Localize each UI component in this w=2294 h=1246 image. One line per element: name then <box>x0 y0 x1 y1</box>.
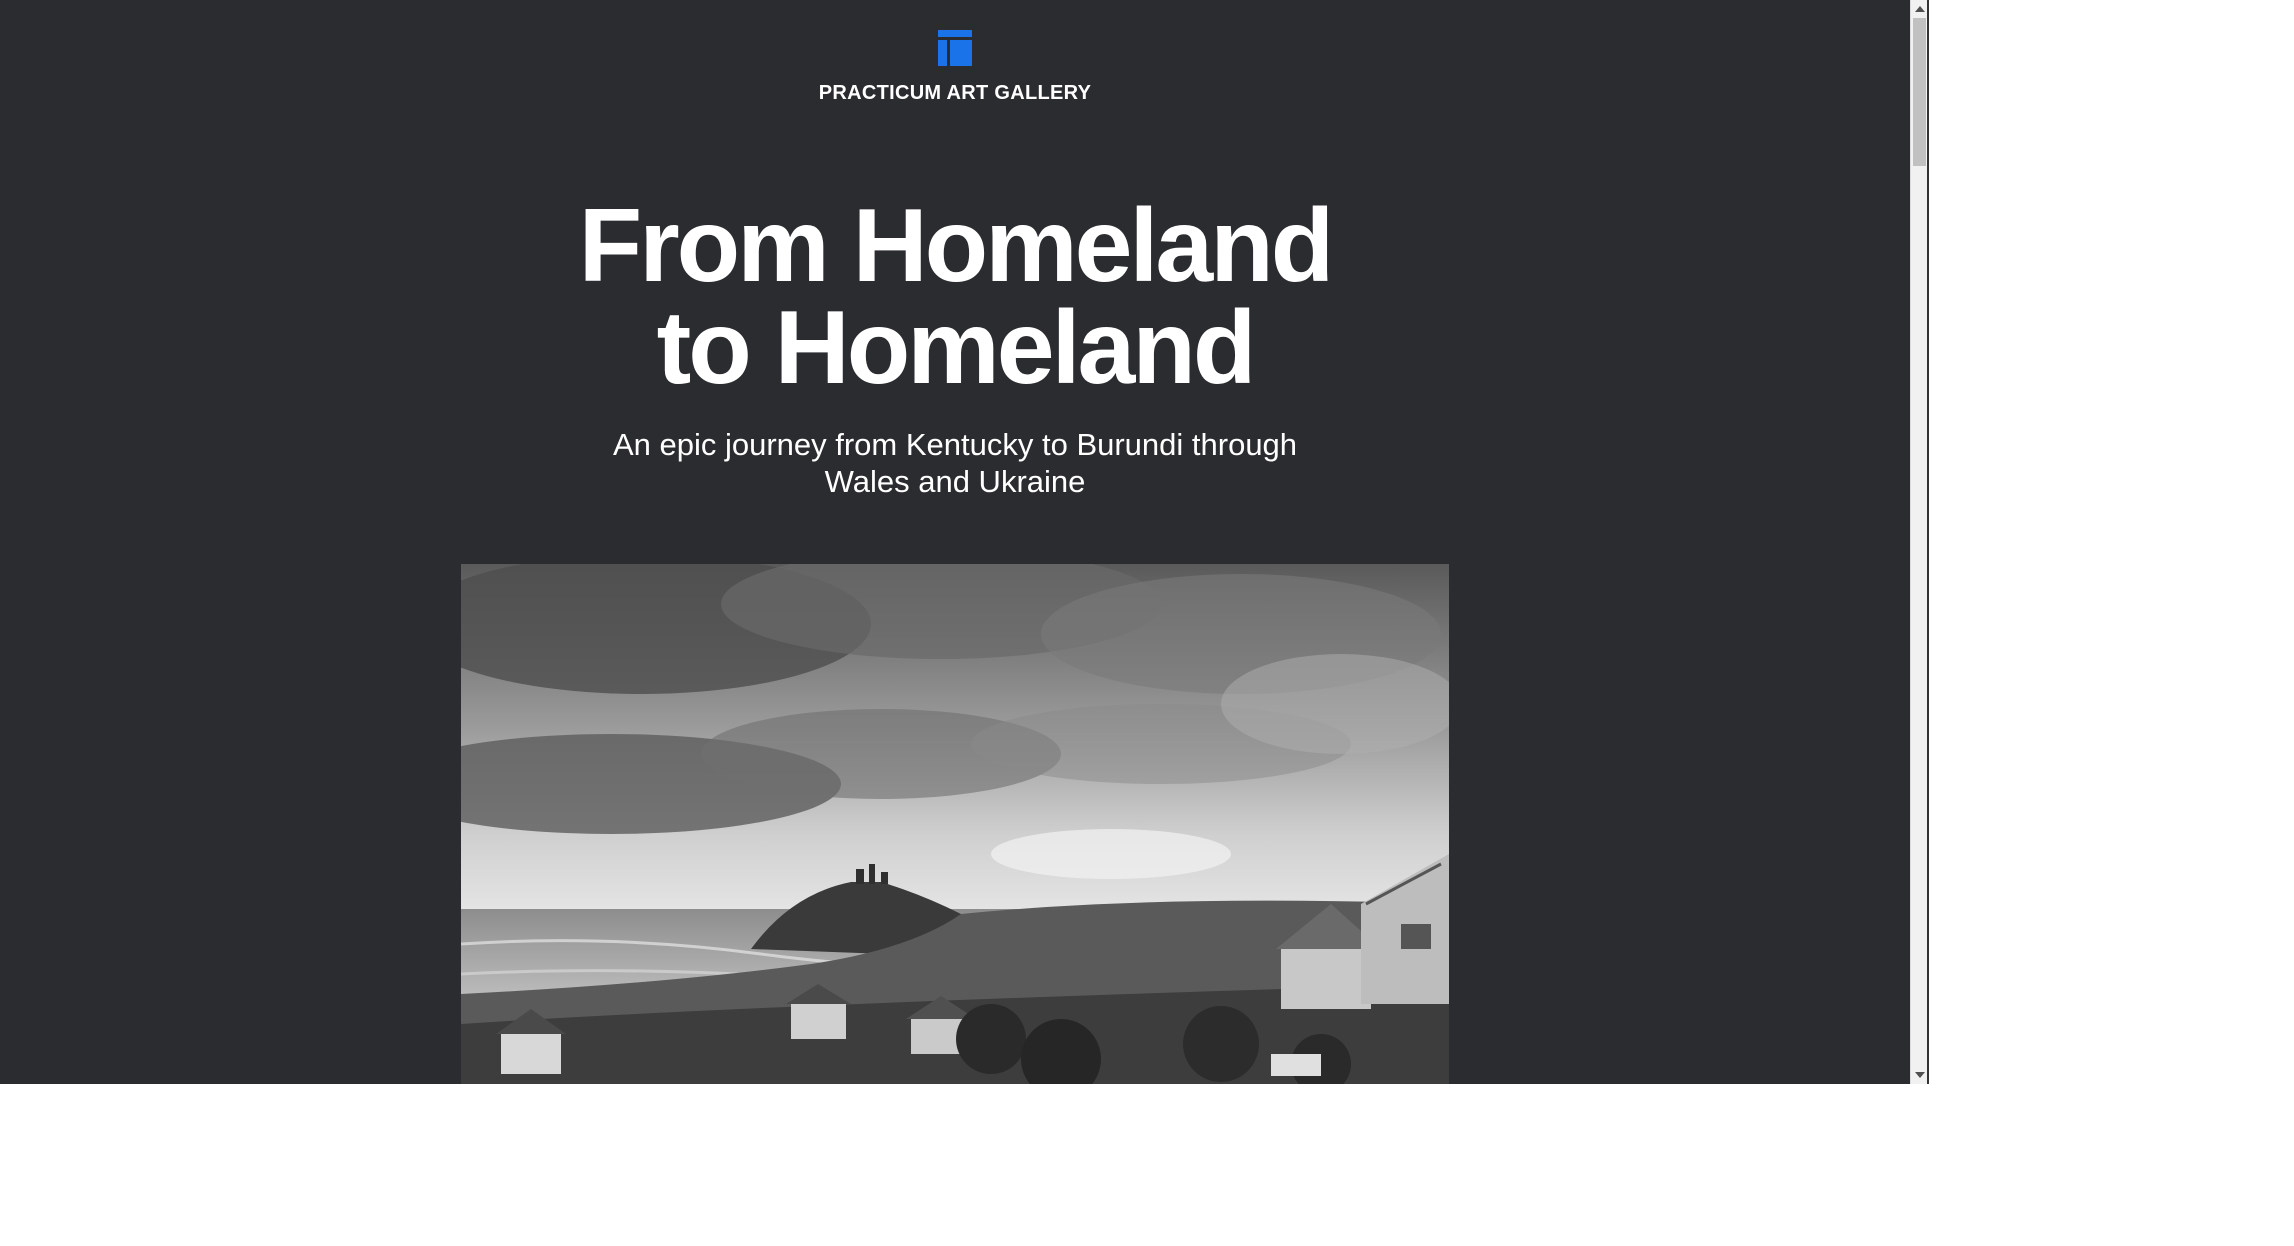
header-logo[interactable] <box>0 30 1910 71</box>
window-edge <box>1927 0 1929 1084</box>
hero-photo <box>461 564 1449 1084</box>
hero-subtitle-text: An epic journey from Kentucky to Burundi… <box>612 427 1298 499</box>
hero-title-line-2: to Homeland <box>656 290 1257 406</box>
page-viewport: PRACTICUM ART GALLERY From Homeland to H… <box>0 0 1910 1084</box>
scrollbar-thumb[interactable] <box>1913 18 1926 166</box>
scroll-down-arrow-icon[interactable] <box>1915 1072 1925 1078</box>
scroll-up-arrow-icon[interactable] <box>1915 6 1925 12</box>
hero-title-line-1: From Homeland <box>578 188 1335 304</box>
hero-subtitle: An epic journey from Kentucky to Burundi… <box>0 426 1910 500</box>
hero-title: From Homeland to Homeland <box>0 194 1910 400</box>
gallery-layout-icon <box>938 30 972 66</box>
coastal-landscape-image <box>461 564 1449 1084</box>
brand-name[interactable]: PRACTICUM ART GALLERY <box>0 82 1910 105</box>
